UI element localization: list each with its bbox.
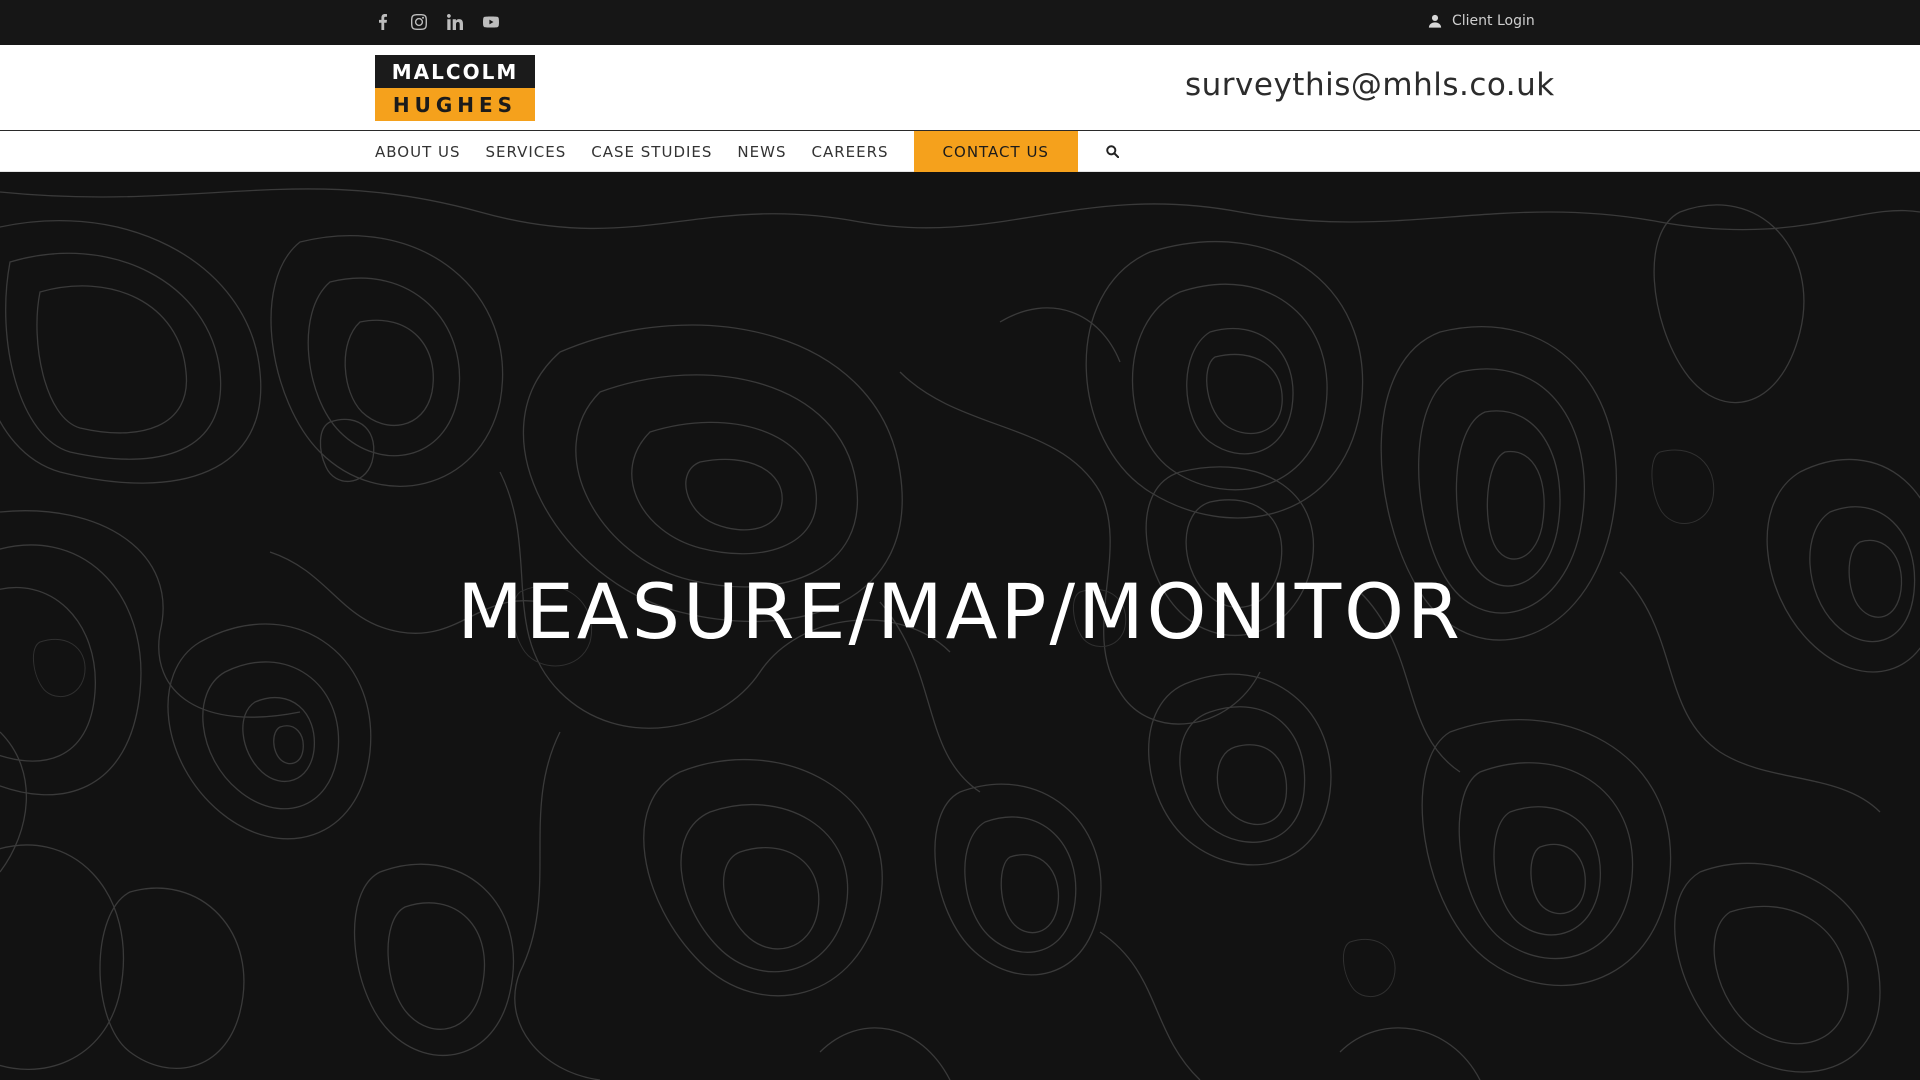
logo-top-text: MALCOLM: [375, 55, 535, 88]
instagram-icon[interactable]: [411, 14, 427, 30]
user-icon: [1428, 14, 1442, 28]
hero-title: MEASURE/MAP/MONITOR: [457, 567, 1463, 656]
hero-banner: MEASURE/MAP/MONITOR: [0, 172, 1920, 1080]
search-icon: [1106, 145, 1120, 158]
logo-bottom-text: HUGHES: [375, 88, 535, 121]
top-bar: Client Login: [0, 0, 1920, 45]
company-logo[interactable]: MALCOLM HUGHES: [375, 55, 535, 121]
facebook-icon[interactable]: [375, 14, 391, 30]
site-header: MALCOLM HUGHES surveythis@mhls.co.uk: [0, 45, 1920, 131]
main-nav: ABOUT US SERVICES CASE STUDIES NEWS CARE…: [0, 131, 1920, 172]
contact-email-link[interactable]: surveythis@mhls.co.uk: [1185, 67, 1555, 103]
client-login-label: Client Login: [1452, 13, 1535, 29]
nav-item-case-studies[interactable]: CASE STUDIES: [591, 131, 712, 172]
linkedin-icon[interactable]: [447, 14, 463, 30]
nav-contact-us-button[interactable]: CONTACT US: [913, 131, 1078, 172]
search-button[interactable]: [1103, 131, 1123, 172]
client-login-link[interactable]: Client Login: [1428, 10, 1535, 32]
social-links: [375, 14, 499, 30]
nav-item-about-us[interactable]: ABOUT US: [375, 131, 461, 172]
nav-item-news[interactable]: NEWS: [737, 131, 786, 172]
nav-item-careers[interactable]: CAREERS: [811, 131, 888, 172]
nav-item-services[interactable]: SERVICES: [486, 131, 567, 172]
youtube-icon[interactable]: [483, 14, 499, 30]
